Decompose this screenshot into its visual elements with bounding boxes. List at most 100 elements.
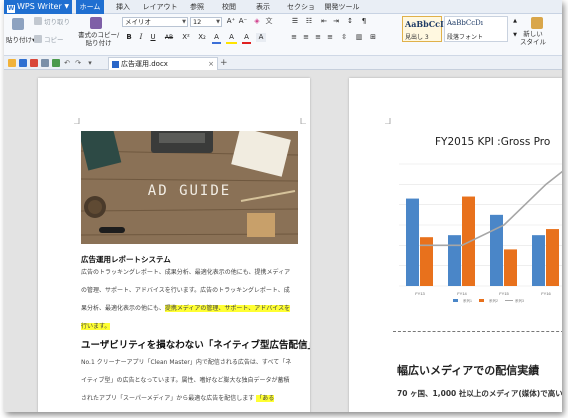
customize-toolbar-icon[interactable]: ▾ (86, 59, 94, 67)
line-spacing-icon[interactable]: ⇳ (339, 33, 349, 42)
paste-button[interactable]: 貼り付け▾ (6, 36, 35, 45)
new-tab-button[interactable]: + (220, 57, 228, 69)
font-color-button[interactable]: A (242, 33, 251, 44)
superscript-button[interactable]: X² (180, 33, 192, 42)
hero-image: AD GUIDE (81, 131, 298, 244)
borders-icon[interactable]: ⊞ (368, 33, 378, 42)
char-shading-icon[interactable]: A (256, 33, 266, 42)
highlighted-text: 行います。 (81, 323, 111, 330)
shrink-font-button[interactable]: A⁻ (238, 17, 248, 26)
print-icon[interactable] (41, 59, 49, 67)
text-effect-button[interactable]: A (212, 33, 221, 44)
page-divider (393, 331, 562, 332)
underline-button[interactable]: U (149, 33, 157, 42)
tab-layout[interactable]: レイアウト (142, 0, 178, 14)
clear-format-icon[interactable]: ◈ (252, 17, 262, 26)
style-heading3[interactable]: AaBbCcI 見出し 3 (402, 16, 444, 42)
quick-access-toolbar: ↶ ↷ ▾ 広告運用.docx × + (4, 56, 562, 70)
kpi-chart[interactable]: FY13 FY14 FY15 FY16 系列1 系列2 系列3 (389, 160, 562, 310)
font-name-value: メイリオ (125, 18, 151, 26)
font-size-select[interactable]: 12 ▼ (190, 17, 222, 27)
document-page-2[interactable]: FY2015 KPI :Gross Pro FY13 FY14 FY15 FY16 系列… (349, 78, 562, 412)
body-line: No.1 クリーナーアプリ「Clean Master」内で配信される広告は、すべ… (81, 359, 292, 366)
document-workspace[interactable]: AD GUIDE 広告運用レポートシステム 広告のトラッキングレポート、成果分析… (4, 70, 562, 412)
style-paragraph-font[interactable]: AaBbCcDı 段落フォント (444, 16, 508, 42)
chevron-down-icon: ▼ (216, 19, 220, 25)
app-menu-button[interactable]: W WPS Writer ▼ (4, 0, 72, 14)
show-marks-icon[interactable]: ¶ (359, 17, 369, 26)
body-text: 果分析、最適化表示の他にも、 (81, 305, 165, 312)
chart-title: FY2015 KPI :Gross Pro (435, 136, 551, 148)
chart-bar (420, 237, 433, 286)
highlighted-text: 提携メディアの管理、サポート、アドバイスを (164, 305, 291, 312)
strikethrough-button[interactable]: AB (162, 33, 176, 42)
chart-legend-label: 系列1 (463, 298, 472, 303)
copy-button[interactable]: コピー (34, 35, 64, 45)
styles-scroll-up-icon[interactable]: ▲ (511, 17, 519, 26)
section-heading-native-ads: ユーザビリティを損なわない「ネイティブ型広告配信」 (81, 340, 310, 351)
chart-legend-label: 系列2 (489, 298, 498, 303)
body-line: 広告のトラッキングレポート、成果分析、最適化表示の他にも、提携メディア (81, 269, 291, 276)
tab-references[interactable]: 参照 (186, 0, 208, 14)
document-icon (112, 61, 119, 68)
align-left-icon[interactable]: ≡ (289, 33, 299, 42)
print-preview-icon[interactable] (52, 59, 60, 67)
shading-icon[interactable]: ▥ (354, 33, 364, 42)
align-center-icon[interactable]: ≡ (301, 33, 311, 42)
tab-review[interactable]: 校閲 (218, 0, 240, 14)
style-heading3-sample: AaBbCcI (405, 19, 444, 29)
document-page-1[interactable]: AD GUIDE 広告運用レポートシステム 広告のトラッキングレポート、成果分析… (38, 78, 310, 412)
numbered-list-icon[interactable]: ☷ (303, 17, 315, 26)
close-icon[interactable]: × (208, 58, 214, 70)
chart-bar (546, 229, 559, 286)
chevron-down-icon: ▼ (64, 3, 69, 10)
tab-developer[interactable]: 開発ツール (324, 0, 360, 14)
body-line: イティブ型」の広告となっています。属性、嗜好など膨大な独自データが蓄積 (81, 377, 290, 384)
margin-corner-mark (385, 118, 391, 124)
decrease-indent-icon[interactable]: ⇤ (319, 17, 329, 26)
cut-button[interactable]: 切り取り (34, 17, 70, 27)
highlight-button[interactable]: A (226, 33, 237, 44)
bullet-list-icon[interactable]: ☰ (289, 17, 301, 26)
open-icon[interactable] (8, 59, 16, 67)
copy-icon (34, 35, 42, 43)
new-style-icon (531, 17, 543, 29)
align-right-icon[interactable]: ≡ (313, 33, 323, 42)
chart-bar (462, 196, 475, 286)
format-painter-button[interactable]: 書式のコピー/ 貼り付け (78, 31, 119, 47)
new-style-button[interactable]: 新しい スタイル (520, 30, 546, 46)
tab-home[interactable]: ホーム (76, 0, 104, 14)
italic-button[interactable]: I (137, 33, 145, 42)
tab-view[interactable]: 表示 (252, 0, 274, 14)
style-paragraph-sample: AaBbCcDı (447, 19, 483, 27)
body-line: 70 ヶ国、1,000 社以上のメディア(媒体)で高い (397, 389, 562, 398)
body-text: されたアプリ「スーパーメディア」から最適な広告を配信します (81, 395, 255, 402)
document-tab-label: 広告運用.docx (121, 60, 168, 68)
pdf-export-icon[interactable] (30, 59, 38, 67)
save-icon[interactable] (19, 59, 27, 67)
hero-title: AD GUIDE (147, 183, 232, 199)
tab-insert[interactable]: 挿入 (112, 0, 134, 14)
tab-section[interactable]: セクション (284, 0, 318, 25)
chart-bar (490, 214, 503, 286)
grow-font-button[interactable]: A⁺ (226, 17, 236, 26)
font-name-select[interactable]: メイリオ ▼ (122, 17, 188, 27)
sort-icon[interactable]: ↕ (345, 17, 355, 26)
justify-icon[interactable]: ≡ (325, 33, 335, 42)
increase-indent-icon[interactable]: ⇥ (331, 17, 341, 26)
chart-legend-label: 系列3 (515, 298, 524, 303)
undo-icon[interactable]: ↶ (63, 59, 71, 67)
subscript-button[interactable]: X₂ (196, 33, 208, 42)
chart-x-tick-label: FY13 (415, 291, 425, 296)
redo-icon[interactable]: ↷ (74, 59, 82, 67)
document-tab[interactable]: 広告運用.docx × (108, 57, 218, 70)
chart-x-tick-label: FY15 (499, 291, 509, 296)
style-heading3-name: 見出し 3 (405, 34, 429, 41)
bold-button[interactable]: B (125, 33, 133, 42)
ribbon: 貼り付け▾ 切り取り コピー 書式のコピー/ 貼り付け メイリオ ▼ 12 ▼ A⁺… (4, 14, 562, 56)
format-painter-icon (90, 17, 102, 29)
copy-label: コピー (44, 36, 64, 44)
styles-scroll-down-icon[interactable]: ▼ (511, 31, 519, 40)
chart-x-tick-label: FY14 (457, 291, 467, 296)
phonetic-guide-icon[interactable]: 文 (264, 17, 274, 26)
